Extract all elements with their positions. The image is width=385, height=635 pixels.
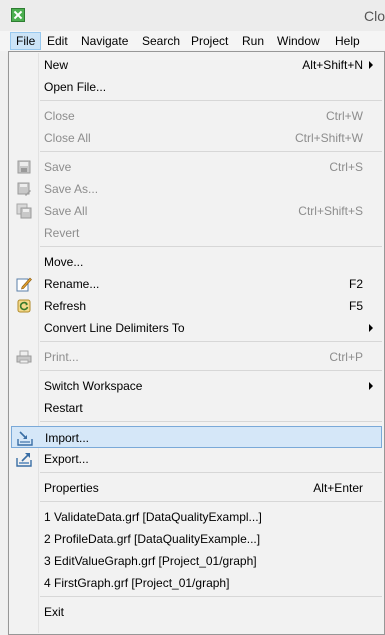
menu-navigate[interactable]: Navigate	[76, 32, 133, 50]
menu-item-label: Revert	[44, 226, 80, 240]
menu-item-close[interactable]: Close Ctrl+W	[11, 105, 382, 127]
menu-item-save-as[interactable]: Save As...	[11, 178, 382, 200]
menu-item-shortcut: F5	[348, 299, 363, 313]
menu-item-properties[interactable]: Properties Alt+Enter	[11, 477, 382, 499]
submenu-arrow-icon	[369, 61, 373, 69]
menu-item-restart[interactable]: Restart	[11, 397, 382, 419]
window-title: Clo	[364, 8, 385, 24]
import-icon	[17, 431, 33, 446]
separator	[40, 370, 382, 371]
menu-item-label: 4 FirstGraph.grf [Project_01/graph]	[44, 576, 230, 590]
menu-item-label: Switch Workspace	[44, 379, 143, 393]
menu-item-exit[interactable]: Exit	[11, 601, 382, 623]
menu-item-switch-workspace[interactable]: Switch Workspace	[11, 375, 382, 397]
menu-item-label: New	[44, 58, 69, 72]
menu-item-label: Import...	[45, 431, 90, 445]
menu-item-refresh[interactable]: Refresh F5	[11, 295, 382, 317]
menu-file[interactable]: File	[10, 32, 42, 50]
menu-item-label: Refresh	[44, 299, 87, 313]
refresh-icon	[17, 299, 31, 313]
menu-item-save-all[interactable]: Save All Ctrl+Shift+S	[11, 200, 382, 222]
menu-help[interactable]: Help	[330, 32, 365, 50]
recent-file-item[interactable]: 2 ProfileData.grf [DataQualityExample...…	[11, 528, 382, 550]
menu-item-revert[interactable]: Revert	[11, 222, 382, 244]
menu-item-label: Export...	[44, 452, 89, 466]
menu-item-label: Print...	[44, 350, 79, 364]
menu-item-label: Exit	[44, 605, 65, 619]
print-icon	[16, 350, 32, 364]
menu-edit[interactable]: Edit	[42, 32, 73, 50]
recent-file-item[interactable]: 4 FirstGraph.grf [Project_01/graph]	[11, 572, 382, 594]
menu-item-print[interactable]: Print... Ctrl+P	[11, 346, 382, 368]
menu-item-new[interactable]: New Alt+Shift+N	[11, 54, 382, 76]
separator	[40, 151, 382, 152]
save-as-icon	[17, 182, 31, 196]
menu-item-save[interactable]: Save Ctrl+S	[11, 156, 382, 178]
menu-item-label: Save	[44, 160, 72, 174]
separator	[40, 501, 382, 502]
menu-item-label: 3 EditValueGraph.grf [Project_01/graph]	[44, 554, 257, 568]
menu-search[interactable]: Search	[137, 32, 185, 50]
menu-item-export[interactable]: Export...	[11, 448, 382, 470]
menu-run[interactable]: Run	[237, 32, 269, 50]
clover-icon	[11, 8, 25, 22]
submenu-arrow-icon	[369, 324, 373, 332]
separator	[40, 246, 382, 247]
separator	[40, 100, 382, 101]
menu-item-label: Move...	[44, 255, 84, 269]
menu-item-label: Open File...	[44, 80, 107, 94]
menu-item-label: 2 ProfileData.grf [DataQualityExample...…	[44, 532, 261, 546]
menu-window[interactable]: Window	[272, 32, 325, 50]
menu-item-label: Save As...	[44, 182, 99, 196]
menu-item-shortcut: Ctrl+W	[326, 109, 363, 123]
export-icon	[16, 453, 32, 467]
menu-item-close-all[interactable]: Close All Ctrl+Shift+W	[11, 127, 382, 149]
save-all-icon	[16, 203, 32, 219]
menu-item-label: Properties	[44, 481, 99, 495]
menu-bar: File Edit Navigate Search Project Run Wi…	[0, 31, 385, 51]
recent-file-item[interactable]: 3 EditValueGraph.grf [Project_01/graph]	[11, 550, 382, 572]
menu-item-open-file[interactable]: Open File...	[11, 76, 382, 98]
menu-project[interactable]: Project	[186, 32, 233, 50]
title-bar: Clo	[0, 0, 385, 32]
menu-item-label: 1 ValidateData.grf [DataQualityExampl...…	[44, 510, 262, 524]
file-menu: New Alt+Shift+N Open File... Close Ctrl+…	[8, 51, 385, 635]
menu-item-shortcut: Alt+Shift+N	[302, 58, 363, 72]
menu-item-label: Close	[44, 109, 75, 123]
separator	[40, 341, 382, 342]
menu-item-label: Close All	[44, 131, 91, 145]
submenu-arrow-icon	[369, 382, 373, 390]
menu-item-import[interactable]: Import...	[11, 426, 382, 448]
separator	[40, 421, 382, 422]
menu-item-label: Rename...	[44, 277, 100, 291]
save-icon	[17, 160, 31, 174]
menu-item-label: Convert Line Delimiters To	[44, 321, 185, 335]
separator	[40, 472, 382, 473]
menu-item-shortcut: Alt+Enter	[313, 481, 363, 495]
menu-item-label: Save All	[44, 204, 88, 218]
recent-file-item[interactable]: 1 ValidateData.grf [DataQualityExampl...…	[11, 506, 382, 528]
menu-item-shortcut: Ctrl+S	[329, 160, 363, 174]
rename-icon	[16, 277, 32, 292]
menu-item-shortcut: Ctrl+Shift+W	[294, 131, 363, 145]
menu-item-move[interactable]: Move...	[11, 251, 382, 273]
separator	[40, 596, 382, 597]
menu-item-shortcut: Ctrl+P	[329, 350, 363, 364]
menu-item-shortcut: Ctrl+Shift+S	[298, 204, 363, 218]
menu-item-shortcut: F2	[348, 277, 363, 291]
menu-item-label: Restart	[44, 401, 83, 415]
menu-item-rename[interactable]: Rename... F2	[11, 273, 382, 295]
menu-item-convert-line-delimiters[interactable]: Convert Line Delimiters To	[11, 317, 382, 339]
